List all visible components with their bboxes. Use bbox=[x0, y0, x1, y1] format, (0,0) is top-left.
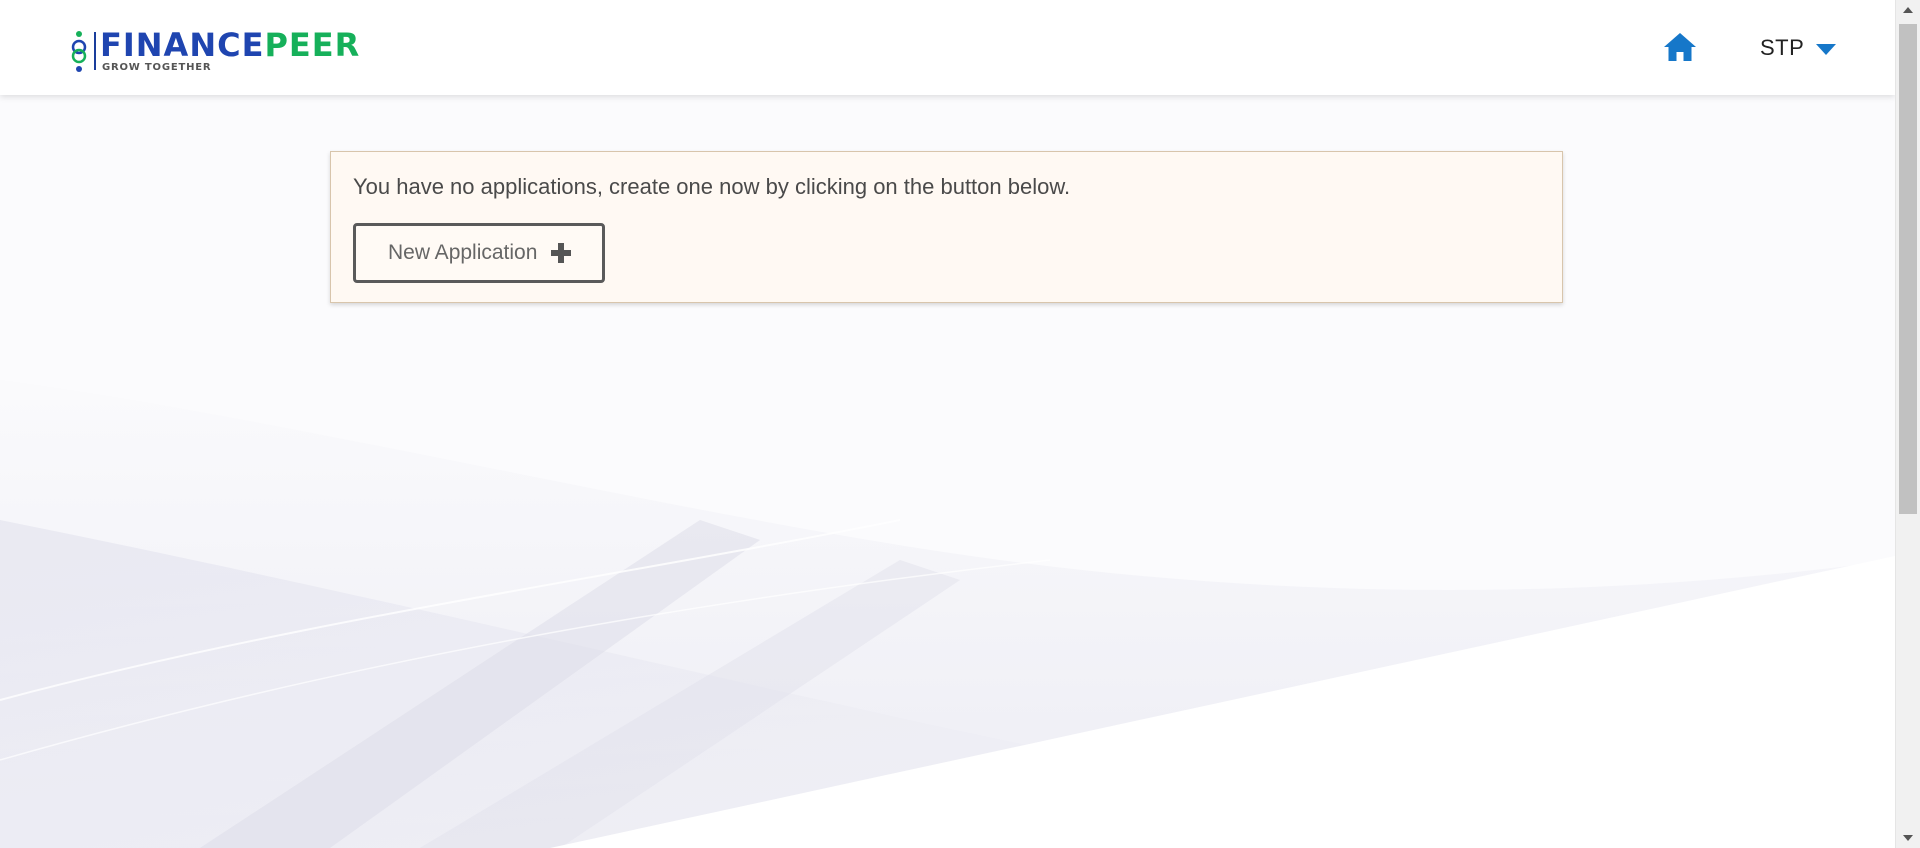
vertical-scrollbar[interactable] bbox=[1895, 0, 1920, 848]
logo-mark-icon bbox=[71, 31, 87, 72]
logo-tagline: GROW TOGETHER bbox=[102, 62, 212, 73]
scroll-thumb[interactable] bbox=[1899, 24, 1917, 514]
scroll-up-arrow-icon[interactable] bbox=[1903, 7, 1913, 13]
caret-down-icon bbox=[1816, 43, 1837, 55]
logo-wordmark: FINANCEPEER bbox=[100, 28, 360, 62]
plus-icon bbox=[551, 243, 572, 263]
scroll-down-arrow-icon[interactable] bbox=[1903, 835, 1913, 841]
logo-word-peer: PEER bbox=[264, 26, 361, 64]
home-icon bbox=[1664, 33, 1696, 61]
home-button[interactable] bbox=[1663, 32, 1697, 62]
new-application-label: New Application bbox=[388, 241, 538, 264]
notice-message: You have no applications, create one now… bbox=[353, 174, 1071, 199]
no-applications-notice: You have no applications, create one now… bbox=[330, 151, 1563, 303]
logo-word-finance: FINANCE bbox=[100, 26, 265, 64]
new-application-button[interactable]: New Application bbox=[353, 223, 605, 283]
financepeer-logo[interactable]: FINANCEPEER GROW TOGETHER bbox=[68, 28, 378, 74]
background-wave bbox=[0, 0, 1895, 848]
logo-divider bbox=[94, 32, 96, 70]
top-navbar: FINANCEPEER GROW TOGETHER STP bbox=[0, 0, 1895, 95]
page: FINANCEPEER GROW TOGETHER STP You have n… bbox=[0, 0, 1895, 848]
user-menu-dropdown[interactable]: STP bbox=[1760, 34, 1837, 62]
user-menu-label: STP bbox=[1760, 35, 1805, 60]
